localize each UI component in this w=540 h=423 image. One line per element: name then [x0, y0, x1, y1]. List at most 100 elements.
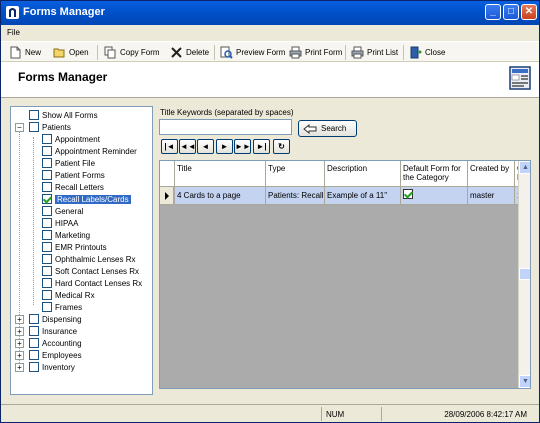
tree-checkbox[interactable]	[42, 254, 52, 264]
copy-form-button[interactable]: Copy Form	[104, 45, 160, 60]
cell-type[interactable]: Patients: Recall	[266, 187, 325, 205]
tree-checkbox[interactable]	[29, 338, 39, 348]
expand-insurance-toggle[interactable]: +	[15, 327, 24, 336]
grid-vertical-scrollbar[interactable]: ▲ ▼	[518, 161, 530, 388]
tree-item-dispensing[interactable]: Dispensing	[29, 313, 82, 325]
tree-item-recall-letters[interactable]: Recall Letters	[42, 181, 104, 193]
print-list-button[interactable]: Print List	[351, 45, 398, 60]
tree-checkbox[interactable]	[29, 314, 39, 324]
maximize-button[interactable]: □	[503, 4, 519, 20]
tree-item-patients[interactable]: Patients	[29, 121, 71, 133]
tree-checkbox[interactable]	[42, 230, 52, 240]
column-header-created-by[interactable]: Created by	[468, 161, 515, 187]
expand-dispensing-toggle[interactable]: +	[15, 315, 24, 324]
tree-checkbox[interactable]	[42, 206, 52, 216]
tree-checkbox[interactable]	[42, 266, 52, 276]
page-header: Forms Manager	[1, 62, 539, 98]
tree-checkbox[interactable]	[42, 242, 52, 252]
toolbar-separator	[403, 45, 404, 60]
preview-form-button[interactable]: Preview Form	[220, 45, 285, 60]
cell-description[interactable]: Example of a 11''	[325, 187, 401, 205]
menu-bar: File	[1, 25, 539, 41]
tree-checkbox[interactable]	[42, 146, 52, 156]
tree-item-marketing[interactable]: Marketing	[42, 229, 90, 241]
expand-inventory-toggle[interactable]: +	[15, 363, 24, 372]
expand-employees-toggle[interactable]: +	[15, 351, 24, 360]
tree-checkbox[interactable]	[42, 290, 52, 300]
tree-item-patient-forms[interactable]: Patient Forms	[42, 169, 105, 181]
status-bar: NUM 28/09/2006 8:42:17 AM	[1, 404, 539, 422]
previous-record-button[interactable]: ◄	[197, 139, 214, 154]
tree-item-hipaa[interactable]: HIPAA	[42, 217, 78, 229]
delete-button[interactable]: Delete	[170, 45, 209, 60]
refresh-button[interactable]: ↻	[273, 139, 290, 154]
last-record-button[interactable]: ►|	[253, 139, 270, 154]
next-record-button[interactable]: ►	[216, 139, 233, 154]
tree-item-inventory[interactable]: Inventory	[29, 361, 75, 373]
menu-file[interactable]: File	[7, 28, 20, 37]
tree-item-medical-rx[interactable]: Medical Rx	[42, 289, 95, 301]
patients-checkbox[interactable]	[29, 122, 39, 132]
expand-accounting-toggle[interactable]: +	[15, 339, 24, 348]
tree-item-hard-contact-lenses-rx[interactable]: Hard Contact Lenses Rx	[42, 277, 142, 289]
tree-checkbox[interactable]	[29, 362, 39, 372]
scroll-thumb[interactable]	[519, 268, 530, 280]
close-window-button[interactable]: ✕	[521, 4, 537, 20]
title-bar[interactable]: Forms Manager _ □ ✕	[1, 1, 539, 25]
tree-checkbox[interactable]	[42, 158, 52, 168]
column-header-type[interactable]: Type	[266, 161, 325, 187]
toolbar-separator	[345, 45, 346, 60]
new-button[interactable]: New	[9, 45, 41, 60]
toolbar-separator	[97, 45, 98, 60]
current-row-arrow-icon	[165, 192, 169, 200]
first-record-button[interactable]: |◄	[161, 139, 178, 154]
cell-title[interactable]: 4 Cards to a page	[175, 187, 266, 205]
tree-item-soft-contact-lenses-rx[interactable]: Soft Contact Lenses Rx	[42, 265, 139, 277]
tree-checkbox[interactable]	[42, 134, 52, 144]
column-header-description[interactable]: Description	[325, 161, 401, 187]
tree-item-appointment-reminder[interactable]: Appointment Reminder	[42, 145, 137, 157]
print-form-button[interactable]: Print Form	[289, 45, 342, 60]
tree-checkbox[interactable]	[42, 278, 52, 288]
tree-checkbox[interactable]	[29, 350, 39, 360]
show-all-checkbox[interactable]	[29, 110, 39, 120]
tree-item-insurance[interactable]: Insurance	[29, 325, 77, 337]
column-header-default-form[interactable]: Default Form for the Category	[401, 161, 468, 187]
tree-item-general[interactable]: General	[42, 205, 83, 217]
default-form-checkbox[interactable]	[403, 189, 413, 199]
scroll-down-arrow-icon[interactable]: ▼	[519, 375, 530, 388]
page-forward-button[interactable]: ►►	[234, 139, 251, 154]
tree-checkbox[interactable]	[42, 170, 52, 180]
forms-manager-logo-icon	[509, 66, 531, 90]
column-header-title[interactable]: Title	[175, 161, 266, 187]
tree-item-ophthalmic-lenses-rx[interactable]: Ophthalmic Lenses Rx	[42, 253, 135, 265]
minimize-button[interactable]: _	[485, 4, 501, 20]
page-back-button[interactable]: ◄◄	[179, 139, 196, 154]
row-header-corner	[160, 161, 175, 187]
tree-item-recall-labels-cards[interactable]: Recall Labels/Cards	[42, 193, 131, 205]
tree-item-frames[interactable]: Frames	[42, 301, 82, 313]
close-button[interactable]: Close	[409, 45, 445, 60]
tree-item-appointment[interactable]: Appointment	[42, 133, 100, 145]
cell-created-by[interactable]: master	[468, 187, 515, 205]
cell-default-form[interactable]	[401, 187, 468, 205]
tree-checkbox[interactable]	[29, 326, 39, 336]
search-button[interactable]: Search	[298, 120, 357, 137]
tree-item-emr-printouts[interactable]: EMR Printouts	[42, 241, 107, 253]
open-button[interactable]: Open	[53, 45, 89, 60]
tree-checkbox[interactable]	[42, 302, 52, 312]
delete-icon	[171, 47, 182, 58]
scroll-up-arrow-icon[interactable]: ▲	[519, 161, 530, 174]
tree-checkbox[interactable]	[42, 182, 52, 192]
tree-item-accounting[interactable]: Accounting	[29, 337, 82, 349]
tree-item-employees[interactable]: Employees	[29, 349, 82, 361]
tree-checkbox-checked[interactable]	[42, 194, 52, 204]
title-keywords-input[interactable]	[159, 119, 292, 135]
tree-checkbox[interactable]	[42, 218, 52, 228]
tree-item-patient-file[interactable]: Patient File	[42, 157, 95, 169]
collapse-patients-toggle[interactable]: −	[15, 123, 24, 132]
forms-manager-window: Forms Manager _ □ ✕ File New Open Copy F…	[0, 0, 540, 423]
new-document-icon	[10, 46, 21, 59]
row-selector[interactable]	[160, 187, 174, 205]
tree-item-show-all[interactable]: Show All Forms	[29, 109, 98, 121]
